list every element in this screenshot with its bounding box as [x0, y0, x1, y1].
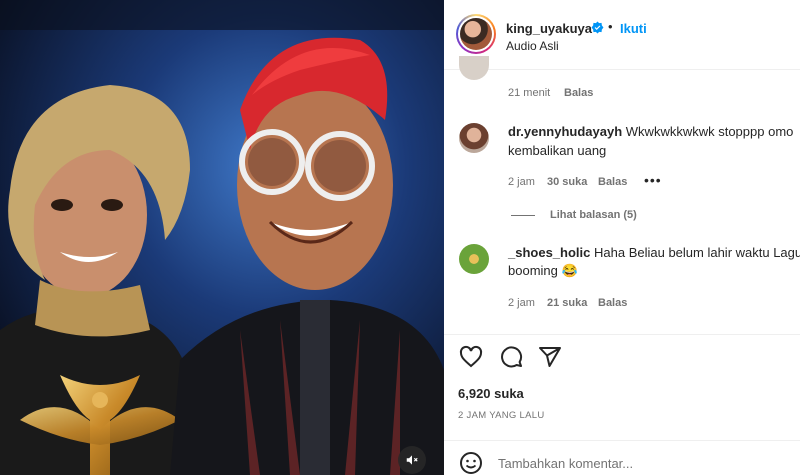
post-video[interactable] [0, 0, 444, 475]
video-frame [0, 0, 444, 475]
commenter-avatar[interactable] [459, 244, 489, 274]
comment-text-continued: booming 😂 [508, 263, 578, 278]
reply-button[interactable]: Balas [598, 297, 627, 309]
comment-body: dr.yennyhudayayh Wkwkwkkwkwk stopppp omo [508, 122, 793, 142]
comment-username[interactable]: _shoes_holic [508, 245, 590, 260]
view-replies-button[interactable]: Lihat balasan (5) [550, 209, 637, 221]
comment-time: 21 menit [508, 87, 551, 99]
post-header: king_uyakuya • Ikuti Audio Asli [444, 0, 800, 70]
comment-text: Wkwkwkkwkwk stopppp omo [625, 124, 794, 139]
comment-time: 2 jam [508, 176, 535, 188]
heart-icon[interactable] [459, 345, 483, 369]
author-avatar[interactable] [456, 14, 496, 54]
comment-time: 2 jam [508, 297, 535, 309]
actions-divider [444, 334, 800, 335]
audio-link[interactable]: Audio Asli [506, 39, 559, 53]
comment-body: _shoes_holic Haha Beliau belum lahir wak… [508, 243, 800, 263]
comment-username[interactable]: dr.yennyhudayayh [508, 124, 622, 139]
comment-text: Haha Beliau belum lahir waktu Lagu [594, 245, 800, 260]
follow-button[interactable]: Ikuti [620, 21, 647, 36]
share-icon[interactable] [538, 345, 562, 369]
reply-button[interactable]: Balas [598, 176, 627, 188]
verified-badge-icon [591, 21, 604, 34]
speaker-muted-icon [406, 455, 418, 465]
add-comment-input[interactable] [498, 452, 788, 474]
author-username[interactable]: king_uyakuya [506, 21, 592, 36]
comment-likes[interactable]: 21 suka [547, 297, 587, 309]
reply-button[interactable]: Balas [564, 87, 593, 99]
comment-icon[interactable] [499, 345, 523, 369]
more-options-button[interactable]: ••• [644, 172, 662, 188]
commenter-avatar[interactable] [459, 123, 489, 153]
mute-button[interactable] [398, 446, 426, 474]
header-separator: • [608, 19, 613, 34]
post-panel: king_uyakuya • Ikuti Audio Asli 21 menit… [444, 0, 800, 475]
post-timestamp: 2 JAM YANG LALU [458, 410, 545, 421]
commenter-avatar[interactable] [459, 56, 489, 80]
emoji-icon[interactable] [459, 451, 483, 475]
comment-likes[interactable]: 30 suka [547, 176, 587, 188]
replies-divider [511, 215, 535, 216]
likes-count[interactable]: 6,920 suka [458, 386, 524, 401]
comment-text-continued: kembalikan uang [508, 143, 607, 158]
add-comment-divider [444, 440, 800, 441]
